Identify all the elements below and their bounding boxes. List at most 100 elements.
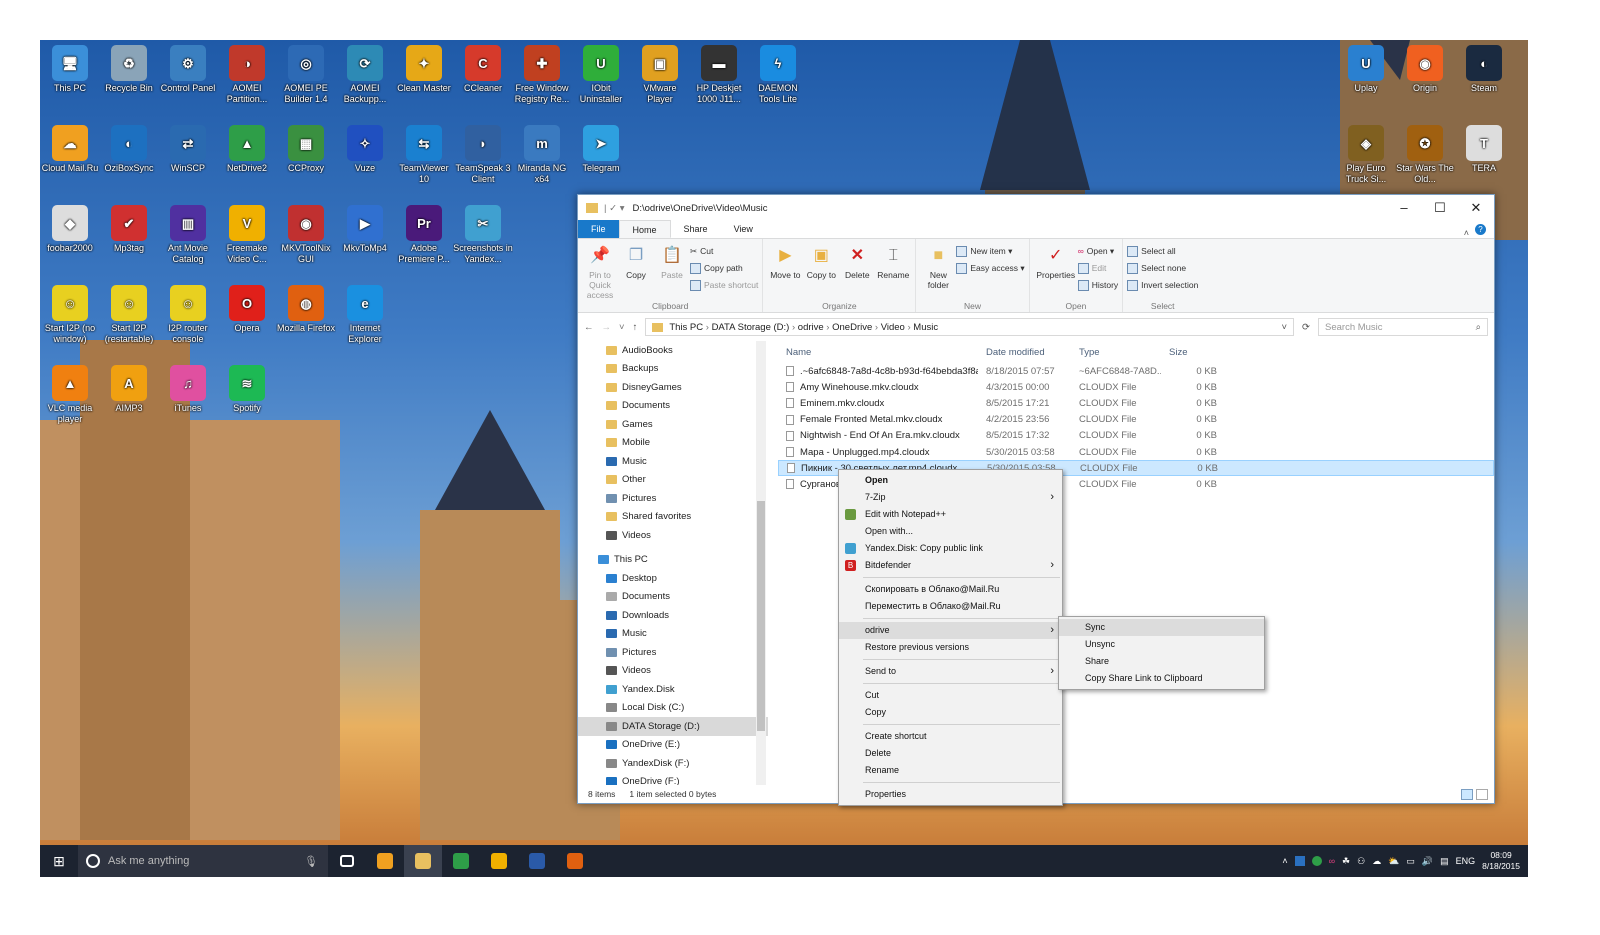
desktop-shortcut[interactable]: ✚ Free Window Registry Re... [512, 45, 572, 105]
nav-item-documents[interactable]: Documents [578, 588, 768, 607]
odrive-tray-icon[interactable]: ∞ [1329, 856, 1335, 866]
odrive-menu-copy-share-link-to-clipboard[interactable]: Copy Share Link to Clipboard [1059, 670, 1264, 687]
menu-item-open-with[interactable]: Open with... [839, 523, 1062, 540]
odrive-menu-share[interactable]: Share [1059, 653, 1264, 670]
tab-home[interactable]: Home [618, 220, 671, 238]
start-button[interactable]: ⊞ [40, 845, 78, 877]
column-type[interactable]: Type [1071, 347, 1161, 358]
desktop-shortcut[interactable]: ▶ MkvToMp4 [335, 205, 395, 254]
taskbar-word[interactable] [518, 845, 556, 877]
desktop-shortcut[interactable]: ✪ Star Wars The Old... [1395, 125, 1455, 185]
menu-item-create-shortcut[interactable]: Create shortcut [839, 728, 1062, 745]
desktop-shortcut[interactable]: ☺ Start I2P (no window) [40, 285, 100, 345]
desktop-shortcut[interactable]: ◉ Origin [1395, 45, 1455, 94]
volume-icon[interactable]: 🔊 [1422, 856, 1433, 867]
action-center-icon[interactable]: ▤ [1440, 856, 1449, 867]
menu-item-open[interactable]: Open [839, 472, 1062, 489]
large-icons-view-icon[interactable] [1476, 789, 1488, 800]
desktop-shortcut[interactable]: ⚙ Control Panel [158, 45, 218, 94]
file-row[interactable]: Мара - Unplugged.mp4.cloudx 5/30/2015 03:… [778, 444, 1494, 460]
desktop-shortcut[interactable]: m Miranda NG x64 [512, 125, 572, 185]
tab-view[interactable]: View [721, 220, 766, 238]
back-arrow-icon[interactable]: ← [584, 322, 594, 333]
desktop-shortcut[interactable]: ⇆ TeamViewer 10 [394, 125, 454, 185]
column-date-modified[interactable]: Date modified [978, 347, 1071, 358]
nav-item-audiobooks[interactable]: AudioBooks [578, 341, 768, 360]
desktop-shortcut[interactable]: ▬ HP Deskjet 1000 J11... [689, 45, 749, 105]
desktop-shortcut[interactable]: ϟ DAEMON Tools Lite [748, 45, 808, 105]
menu-item-переместить-в-облако-mail-ru[interactable]: Переместить в Облако@Mail.Ru [839, 598, 1062, 615]
easy-access-button[interactable]: Easy access ▾ [956, 260, 1025, 277]
nav-item-local-disk-c[interactable]: Local Disk (C:) [578, 699, 768, 718]
desktop-shortcut[interactable]: 🖥 This PC [40, 45, 100, 94]
invert-selection-button[interactable]: Invert selection [1127, 277, 1198, 294]
address-bar[interactable]: This PC › DATA Storage (D:) › odrive › O… [645, 318, 1295, 336]
desktop-shortcut[interactable]: ◐ OziBoxSync [99, 125, 159, 174]
edit-button[interactable]: Edit [1077, 260, 1118, 277]
menu-item-скопировать-в-облако-mail-ru[interactable]: Скопировать в Облако@Mail.Ru [839, 581, 1062, 598]
desktop-shortcut[interactable]: T TERA [1454, 125, 1514, 174]
desktop-shortcut[interactable]: e Internet Explorer [335, 285, 395, 345]
taskbar-chrome[interactable] [442, 845, 480, 877]
breadcrumb-item[interactable]: This PC [669, 322, 703, 333]
menu-item-send-to[interactable]: Send to › [839, 663, 1062, 680]
nav-item-pictures[interactable]: Pictures [578, 489, 768, 508]
desktop-shortcut[interactable]: ≋ Spotify [217, 365, 277, 414]
help-icon[interactable]: ? [1475, 224, 1486, 235]
breadcrumb-item[interactable]: DATA Storage (D:) [712, 322, 790, 333]
tab-share[interactable]: Share [671, 220, 721, 238]
close-button[interactable]: ✕ [1458, 195, 1494, 221]
taskbar-task-view[interactable] [328, 845, 366, 877]
file-row[interactable]: .~6afc6848-7a8d-4c8b-b93d-f64bebda3f8a 8/… [778, 363, 1494, 379]
properties-button[interactable]: ✓ Properties [1035, 241, 1077, 300]
menu-item-odrive[interactable]: odrive › [839, 622, 1062, 639]
desktop-shortcut[interactable]: ◉ MKVToolNix GUI [276, 205, 336, 265]
nav-item-backups[interactable]: Backups [578, 360, 768, 379]
delete-button[interactable]: ✕ Delete [840, 241, 874, 300]
nav-item-this-pc[interactable]: This PC [578, 551, 768, 570]
history-button[interactable]: History [1077, 277, 1118, 294]
chrome-tray-icon[interactable] [1311, 856, 1322, 866]
minimize-button[interactable]: – [1386, 195, 1422, 221]
chevron-up-icon[interactable]: ˄ [1282, 856, 1287, 866]
desktop-shortcut[interactable]: ✦ Clean Master [394, 45, 454, 94]
onedrive-tray-icon[interactable]: ⛅ [1388, 856, 1399, 867]
nav-item-pictures[interactable]: Pictures [578, 643, 768, 662]
open-button[interactable]: ∞ Open ▾ [1078, 243, 1118, 260]
clock[interactable]: 08:09 8/18/2015 [1482, 850, 1520, 872]
menu-item-rename[interactable]: Rename [839, 762, 1062, 779]
network-icon[interactable]: ▭ [1406, 856, 1415, 867]
breadcrumb-item[interactable]: odrive [798, 322, 824, 333]
desktop-shortcut[interactable]: ⇄ WinSCP [158, 125, 218, 174]
desktop-shortcut[interactable]: ☺ I2P router console [158, 285, 218, 345]
nav-item-onedrive-e[interactable]: OneDrive (E:) [578, 736, 768, 755]
nav-item-music[interactable]: Music [578, 625, 768, 644]
desktop-shortcut[interactable]: A AIMP3 [99, 365, 159, 414]
file-row[interactable]: Eminem.mkv.cloudx 8/5/2015 17:21 CLOUDX Fi… [778, 395, 1494, 411]
breadcrumb-item[interactable]: Video [881, 322, 905, 333]
nav-scrollbar[interactable] [756, 341, 766, 785]
desktop-shortcut[interactable]: ✔ Mp3tag [99, 205, 159, 254]
forward-arrow-icon[interactable]: → [602, 322, 612, 333]
desktop-shortcut[interactable]: ♻ Recycle Bin [99, 45, 159, 94]
desktop-shortcut[interactable]: ▣ VMware Player [630, 45, 690, 105]
details-view-icon[interactable] [1461, 789, 1473, 800]
copy-to-button[interactable]: ▣ Copy to [804, 241, 838, 300]
nav-item-other[interactable]: Other [578, 471, 768, 490]
copy-path-button[interactable]: Copy path [690, 260, 758, 277]
menu-item-restore-previous-versions[interactable]: Restore previous versions [839, 639, 1062, 656]
desktop-shortcut[interactable]: ☁ Cloud Mail.Ru [40, 125, 100, 174]
move-to-button[interactable]: ▶ Move to [768, 241, 802, 300]
new-folder-button[interactable]: ■ New folder [921, 241, 955, 300]
cloud-tray-icon[interactable]: ☁ [1372, 856, 1381, 867]
nav-item-downloads[interactable]: Downloads [578, 606, 768, 625]
menu-item-7-zip[interactable]: 7-Zip › [839, 489, 1062, 506]
nav-item-music[interactable]: Music [578, 452, 768, 471]
rename-button[interactable]: ⌶ Rename [876, 241, 910, 300]
cortana-search[interactable]: Ask me anything 🎙 [78, 845, 328, 877]
copy-button[interactable]: ❐ Copy [619, 241, 653, 300]
up-arrow-icon[interactable]: ↑ [633, 322, 638, 333]
nav-item-desktop[interactable]: Desktop [578, 569, 768, 588]
scrollbar-thumb[interactable] [757, 501, 765, 731]
taskbar-store[interactable] [366, 845, 404, 877]
